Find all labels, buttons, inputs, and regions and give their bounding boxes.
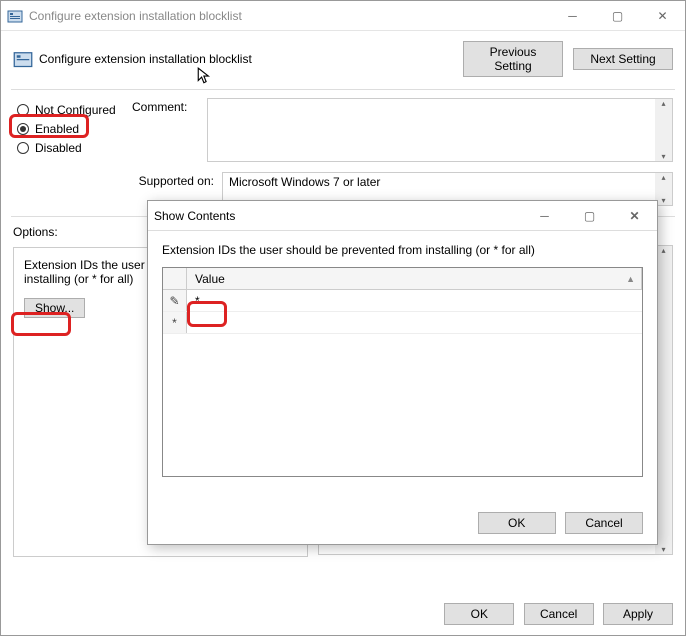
- dialog-close-button[interactable]: ✕: [612, 201, 657, 230]
- radio-disabled[interactable]: Disabled: [17, 141, 132, 155]
- subtitle: Configure extension installation blockli…: [39, 52, 252, 66]
- cancel-button[interactable]: Cancel: [524, 603, 594, 625]
- radio-not-configured[interactable]: Not Configured: [17, 103, 132, 117]
- dialog-description: Extension IDs the user should be prevent…: [148, 231, 657, 257]
- main-titlebar: Configure extension installation blockli…: [1, 1, 685, 31]
- apply-button[interactable]: Apply: [603, 603, 673, 625]
- show-button[interactable]: Show...: [24, 298, 85, 318]
- previous-setting-button[interactable]: Previous Setting: [463, 41, 563, 77]
- close-button[interactable]: ✕: [640, 1, 685, 30]
- row-marker-edit-icon: ✎: [163, 290, 187, 311]
- scrollbar[interactable]: ▴▾: [655, 99, 672, 161]
- minimize-button[interactable]: ─: [550, 1, 595, 30]
- sort-icon[interactable]: ▲: [626, 274, 635, 284]
- table-row[interactable]: *: [163, 312, 642, 334]
- dialog-cancel-button[interactable]: Cancel: [565, 512, 643, 534]
- show-contents-dialog: Show Contents ─ ▢ ✕ Extension IDs the us…: [147, 200, 658, 545]
- policy-icon: [7, 8, 23, 24]
- main-title: Configure extension installation blockli…: [29, 9, 550, 23]
- cell-value[interactable]: *: [195, 294, 200, 308]
- row-marker-new-icon: *: [163, 312, 187, 333]
- dialog-ok-button[interactable]: OK: [478, 512, 556, 534]
- dialog-maximize-button[interactable]: ▢: [567, 201, 612, 230]
- table-row[interactable]: ✎ *: [163, 290, 642, 312]
- dialog-minimize-button[interactable]: ─: [522, 201, 567, 230]
- value-grid[interactable]: Value ▲ ✎ * *: [162, 267, 643, 477]
- next-setting-button[interactable]: Next Setting: [573, 48, 673, 70]
- column-header-value[interactable]: Value: [195, 272, 225, 286]
- maximize-button[interactable]: ▢: [595, 1, 640, 30]
- comment-label: Comment:: [132, 98, 207, 162]
- ok-button[interactable]: OK: [444, 603, 514, 625]
- policy-icon: [13, 49, 33, 69]
- dialog-title: Show Contents: [154, 209, 522, 223]
- radio-enabled[interactable]: Enabled: [17, 122, 132, 136]
- comment-field[interactable]: ▴▾: [207, 98, 673, 162]
